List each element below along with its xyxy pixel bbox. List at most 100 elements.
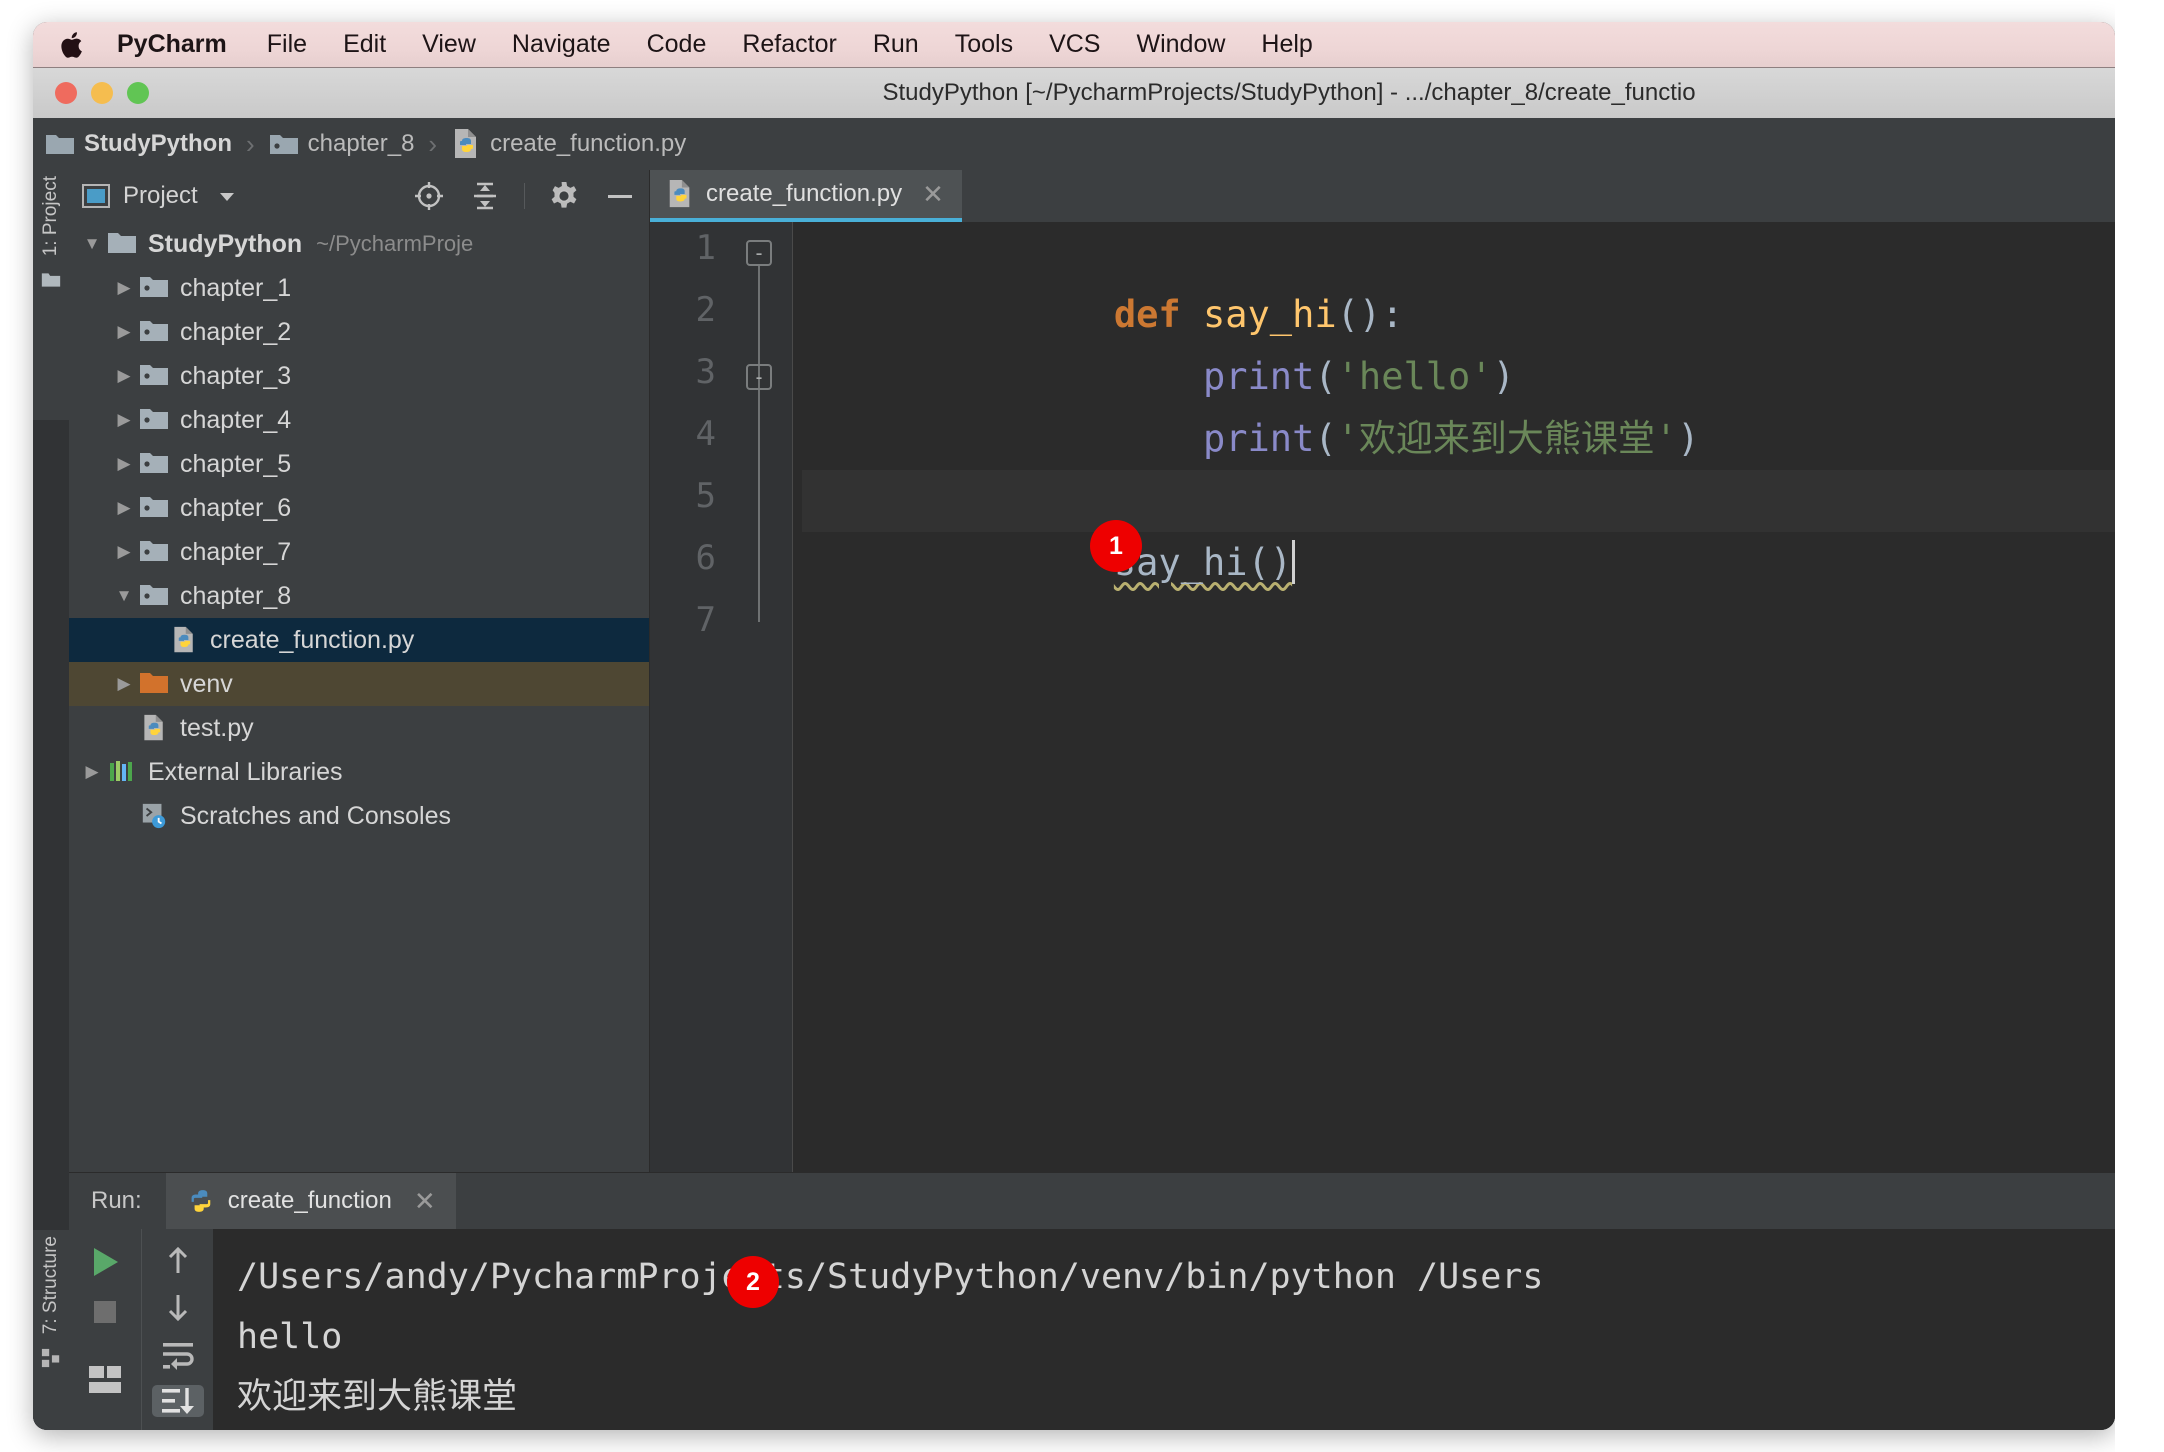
tree-expand-arrow[interactable]: ▼ [77,234,107,254]
scroll-to-end-icon[interactable] [151,1385,204,1417]
hide-icon[interactable] [603,179,637,213]
project-tree[interactable]: ▼ StudyPython ~/PycharmProje ▶ chapter_1… [69,222,649,1172]
tree-item-label: StudyPython [148,229,303,258]
chevron-down-icon[interactable] [214,183,240,209]
tree-item-studypython[interactable]: ▼ StudyPython ~/PycharmProje [69,222,649,266]
breadcrumb-item-chapter8[interactable]: chapter_8 [269,130,415,158]
menu-item-run[interactable]: Run [873,30,919,59]
breadcrumb-item-createfunction[interactable]: create_function.py [451,128,686,160]
menu-item-window[interactable]: Window [1136,30,1225,59]
menu-item-file[interactable]: File [267,30,307,59]
close-icon[interactable]: ✕ [414,1188,436,1214]
tree-expand-arrow[interactable]: ▶ [109,542,139,562]
fold-marker-collapse[interactable]: - [746,240,772,266]
tree-item-chapter-6[interactable]: ▶ chapter_6 [69,486,649,530]
line-number: 3 [695,352,716,392]
line-number: 7 [695,600,716,640]
console-line-output-2: 欢迎来到大熊课堂 [237,1377,518,1417]
tree-item-chapter-3[interactable]: ▶ chapter_3 [69,354,649,398]
annotation-badge-2: 2 [727,1256,779,1308]
tree-expand-arrow[interactable]: ▶ [109,410,139,430]
tree-expand-arrow[interactable]: ▶ [109,322,139,342]
tree-expand-arrow[interactable]: ▶ [109,278,139,298]
run-toolbar-secondary [141,1229,213,1430]
editor-gutter[interactable]: 1 2 3 4 5 6 7 - - [650,222,792,1172]
menu-item-vcs[interactable]: VCS [1049,30,1100,59]
editor-tab-create-function-py[interactable]: create_function.py ✕ [650,170,962,222]
apple-logo-icon[interactable] [61,30,87,60]
run-console-output[interactable]: /Users/andy/PycharmProjects/StudyPython/… [213,1229,2115,1430]
tree-expand-arrow[interactable]: ▶ [109,498,139,518]
breadcrumb-label: StudyPython [84,130,232,157]
tree-item-path: ~/PycharmProje [316,231,474,256]
tree-expand-arrow[interactable]: ▶ [77,762,107,782]
tree-item-chapter-5[interactable]: ▶ chapter_5 [69,442,649,486]
menu-item-pycharm[interactable]: PyCharm [117,30,227,59]
tree-item-label: chapter_6 [180,493,292,522]
menu-item-refactor[interactable]: Refactor [742,30,836,59]
tree-item-scratches-and-consoles[interactable]: Scratches and Consoles [69,794,649,838]
code-line-5: say_hi() [802,470,1296,584]
collapse-all-icon[interactable] [468,179,502,213]
tool-window-button-structure[interactable]: 7: Structure [33,1230,69,1430]
gear-icon[interactable] [547,179,581,213]
folder-icon [108,233,136,253]
tree-item-chapter-7[interactable]: ▶ chapter_7 [69,530,649,574]
breadcrumb-item-studypython[interactable]: StudyPython [45,130,232,158]
soft-wrap-icon[interactable] [152,1339,204,1371]
line-number: 5 [695,476,716,516]
project-tool-window: Project ▼ StudyPython ~/PycharmProje ▶ c… [69,170,650,1172]
libraries-icon [110,761,132,781]
layout-icon[interactable] [79,1363,131,1397]
down-arrow-icon[interactable] [152,1291,204,1325]
menu-item-navigate[interactable]: Navigate [512,30,611,59]
tree-item-venv[interactable]: ▶ venv [69,662,649,706]
editor-area: create_function.py ✕ 1 2 3 4 5 6 7 - - d… [650,170,2115,1172]
toolbar-divider [524,183,525,209]
code-text[interactable]: def say_hi(): print('hello') print('欢迎来到… [802,222,2115,1172]
tree-item-test-py[interactable]: test.py [69,706,649,750]
tree-item-external-libraries[interactable]: ▶ External Libraries [69,750,649,794]
menu-item-help[interactable]: Help [1261,30,1312,59]
screenshot-root: PyCharm File Edit View Navigate Code Ref… [0,0,2164,1452]
up-arrow-icon[interactable] [152,1243,204,1277]
tree-item-chapter-2[interactable]: ▶ chapter_2 [69,310,649,354]
breadcrumb: StudyPython › chapter_8 › create_functio… [33,118,2115,170]
tree-expand-arrow[interactable]: ▶ [109,674,139,694]
tree-collapse-arrow[interactable]: ▼ [109,586,139,606]
tree-item-chapter-4[interactable]: ▶ chapter_4 [69,398,649,442]
tree-item-chapter-1[interactable]: ▶ chapter_1 [69,266,649,310]
tool-window-button-project[interactable]: 1: Project [33,170,69,420]
tree-expand-arrow[interactable]: ▶ [109,454,139,474]
close-icon[interactable]: ✕ [922,181,944,207]
python-file-icon [174,626,193,653]
console-line-command: /Users/andy/PycharmProjects/StudyPython/… [237,1257,1544,1297]
menu-item-edit[interactable]: Edit [343,30,386,59]
breadcrumb-separator: › [246,128,255,159]
module-folder-icon [140,497,168,517]
module-folder-icon [140,409,168,429]
tree-expand-arrow[interactable]: ▶ [109,366,139,386]
menu-item-view[interactable]: View [422,30,476,59]
python-file-icon [669,180,690,208]
tool-window-label: 7: Structure [40,1236,61,1335]
tree-item-label: chapter_2 [180,317,292,346]
run-tab-create-function[interactable]: create_function ✕ [165,1173,456,1229]
code-surface[interactable]: 1 2 3 4 5 6 7 - - def say_hi(): print('h… [650,222,2115,1172]
python-file-icon [144,714,163,741]
folder-icon [41,273,61,287]
left-tool-strip: 1: Project 7: Structure [33,170,70,1430]
breadcrumb-label: chapter_8 [307,130,415,157]
line-number: 1 [695,228,716,268]
stop-icon[interactable] [79,1295,131,1329]
locate-icon[interactable] [412,179,446,213]
menu-item-code[interactable]: Code [647,30,707,59]
fold-marker-collapse[interactable]: - [746,364,772,390]
tree-item-chapter-8[interactable]: ▼ chapter_8 [69,574,649,618]
run-icon[interactable] [79,1243,131,1281]
tree-item-create-function-py[interactable]: create_function.py [69,618,649,662]
menu-item-tools[interactable]: Tools [955,30,1013,59]
pycharm-window: PyCharm File Edit View Navigate Code Ref… [33,22,2115,1430]
tree-item-label: chapter_4 [180,405,292,434]
